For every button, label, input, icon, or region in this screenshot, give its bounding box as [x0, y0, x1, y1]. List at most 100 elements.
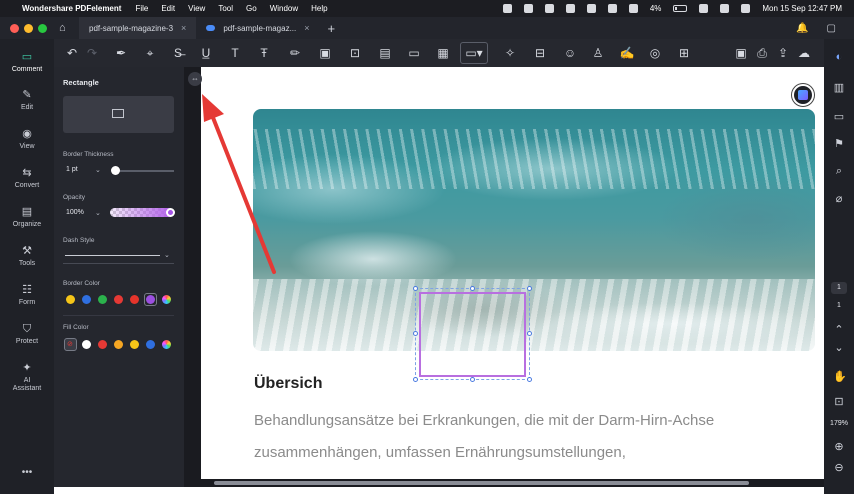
hide-comments-icon[interactable]: ◎	[644, 42, 666, 64]
thumbnails-icon[interactable]: ▥	[833, 82, 845, 94]
resize-handle[interactable]	[413, 331, 418, 336]
border-color-yellow[interactable]	[66, 295, 75, 304]
rectangle-annotation[interactable]	[419, 292, 526, 377]
border-thickness-slider-thumb[interactable]	[111, 166, 120, 175]
bluetooth-icon[interactable]	[586, 4, 596, 13]
fill-color-blue[interactable]	[146, 340, 155, 349]
nav-tools[interactable]: ⚒ Tools	[0, 245, 54, 267]
status-app-icon[interactable]	[565, 4, 575, 13]
pdf-page[interactable]: Übersich Behandlungsansätze bei Erkranku…	[201, 67, 824, 479]
resize-handle[interactable]	[470, 377, 475, 382]
border-color-red-orange[interactable]	[130, 295, 139, 304]
menu-view[interactable]: View	[188, 4, 205, 13]
resize-handle[interactable]	[413, 377, 418, 382]
menu-help[interactable]: Help	[311, 4, 327, 13]
save-icon[interactable]: ▣	[730, 42, 752, 64]
horizontal-scrollbar[interactable]	[214, 481, 749, 485]
border-color-red[interactable]	[114, 295, 123, 304]
comment-list-icon[interactable]: ⊞	[673, 42, 695, 64]
fill-color-yellow[interactable]	[130, 340, 139, 349]
typewriter-icon[interactable]: ▦	[432, 42, 454, 64]
search-icon[interactable]: ⌕	[833, 165, 845, 177]
pin-icon[interactable]: ✧	[499, 42, 521, 64]
sticky-note-icon[interactable]: ▤	[374, 42, 396, 64]
status-app-icon[interactable]	[523, 4, 533, 13]
signature-icon[interactable]: ✍	[616, 42, 638, 64]
attachment-icon[interactable]: ⌀	[833, 193, 845, 205]
keyboard-icon[interactable]	[628, 4, 638, 13]
callout-icon[interactable]: ⊡	[344, 42, 366, 64]
opacity-slider-thumb[interactable]	[166, 208, 175, 217]
share-icon[interactable]: ⇪	[772, 42, 794, 64]
border-thickness-select[interactable]: 1 pt ⌄	[63, 164, 105, 176]
nav-protect[interactable]: ⛉ Protect	[0, 323, 54, 345]
control-center-icon[interactable]	[741, 4, 751, 13]
resize-handle[interactable]	[527, 331, 532, 336]
strikethrough-icon[interactable]: S̶	[167, 42, 189, 64]
nav-form[interactable]: ☷ Form	[0, 284, 54, 306]
home-icon[interactable]: ⌂	[59, 22, 71, 34]
note-icon[interactable]: ▭	[403, 42, 425, 64]
ai-assistant-float-icon[interactable]	[792, 84, 814, 106]
fill-color-picker[interactable]	[162, 340, 171, 349]
menubar-clock[interactable]: Mon 15 Sep 12:47 PM	[762, 4, 842, 13]
underline-icon[interactable]: U̲	[195, 42, 217, 64]
dash-style-select[interactable]: ⌄	[63, 249, 174, 263]
minimize-window-button[interactable]	[24, 23, 33, 33]
border-color-green[interactable]	[98, 295, 107, 304]
print-icon[interactable]: ⎙	[751, 42, 773, 64]
menu-tool[interactable]: Tool	[218, 4, 233, 13]
fill-color-none[interactable]: ⊘	[64, 338, 77, 351]
border-color-purple[interactable]	[146, 295, 155, 304]
nav-comment[interactable]: ▭ Comment	[0, 51, 54, 73]
bookmark-icon[interactable]: ⚑	[833, 138, 845, 150]
tab-document-1[interactable]: pdf-sample-magazine-3 ×	[79, 17, 197, 39]
current-page-field[interactable]: 1	[831, 282, 847, 294]
tab-document-2[interactable]: pdf-sample-magaz... ×	[196, 17, 319, 39]
text-box-icon[interactable]: ▣	[314, 42, 336, 64]
menu-go[interactable]: Go	[246, 4, 257, 13]
battery-icon[interactable]	[673, 5, 688, 12]
cloud-upload-icon[interactable]: ☁	[793, 42, 815, 64]
new-tab-icon[interactable]: +	[328, 21, 336, 36]
ai-chat-icon[interactable]: ◐	[833, 51, 845, 63]
status-app-icon[interactable]	[544, 4, 554, 13]
nav-view[interactable]: ◉ View	[0, 128, 54, 150]
fill-color-orange[interactable]	[114, 340, 123, 349]
border-color-blue[interactable]	[82, 295, 91, 304]
fit-page-icon[interactable]: ⊡	[833, 396, 845, 408]
close-icon[interactable]: ×	[181, 23, 186, 33]
opacity-slider-track[interactable]	[110, 208, 174, 217]
close-icon[interactable]: ×	[304, 23, 309, 33]
border-thickness-slider-track[interactable]	[114, 170, 174, 172]
status-app-icon[interactable]	[607, 4, 617, 13]
chevron-down-icon[interactable]: ⌄	[833, 342, 845, 354]
fill-color-white[interactable]	[82, 340, 91, 349]
more-options-icon[interactable]: •••	[0, 467, 54, 478]
sticker-icon[interactable]: ☺	[559, 42, 581, 64]
app-name-menu[interactable]: Wondershare PDFelement	[22, 4, 121, 13]
resize-handle[interactable]	[413, 286, 418, 291]
highlighter-icon[interactable]: ✒	[110, 42, 132, 64]
undo-icon[interactable]: ↶	[61, 42, 83, 64]
shape-tool-button[interactable]: ▭▾	[460, 42, 488, 64]
nav-organize[interactable]: ▤ Organize	[0, 206, 54, 228]
measure-icon[interactable]: ⊟	[529, 42, 551, 64]
menu-file[interactable]: File	[135, 4, 148, 13]
comments-panel-icon[interactable]: ▭	[833, 111, 845, 123]
border-color-picker[interactable]	[162, 295, 171, 304]
hand-tool-icon[interactable]: ✋	[833, 371, 847, 383]
nav-edit[interactable]: ✎ Edit	[0, 89, 54, 111]
menu-window[interactable]: Window	[270, 4, 298, 13]
zoom-level[interactable]: 179%	[826, 420, 852, 427]
area-highlight-icon[interactable]: ⌖	[139, 42, 161, 64]
zoom-window-button[interactable]	[38, 23, 47, 33]
nav-convert[interactable]: ⇆ Convert	[0, 167, 54, 189]
insert-text-icon[interactable]: Ŧ	[253, 42, 275, 64]
opacity-select[interactable]: 100% ⌄	[63, 207, 105, 219]
zoom-in-icon[interactable]: ⊕	[833, 441, 845, 453]
resize-handle[interactable]	[527, 286, 532, 291]
wifi-icon[interactable]	[699, 4, 709, 13]
close-window-button[interactable]	[10, 23, 19, 33]
search-icon[interactable]	[720, 4, 730, 13]
